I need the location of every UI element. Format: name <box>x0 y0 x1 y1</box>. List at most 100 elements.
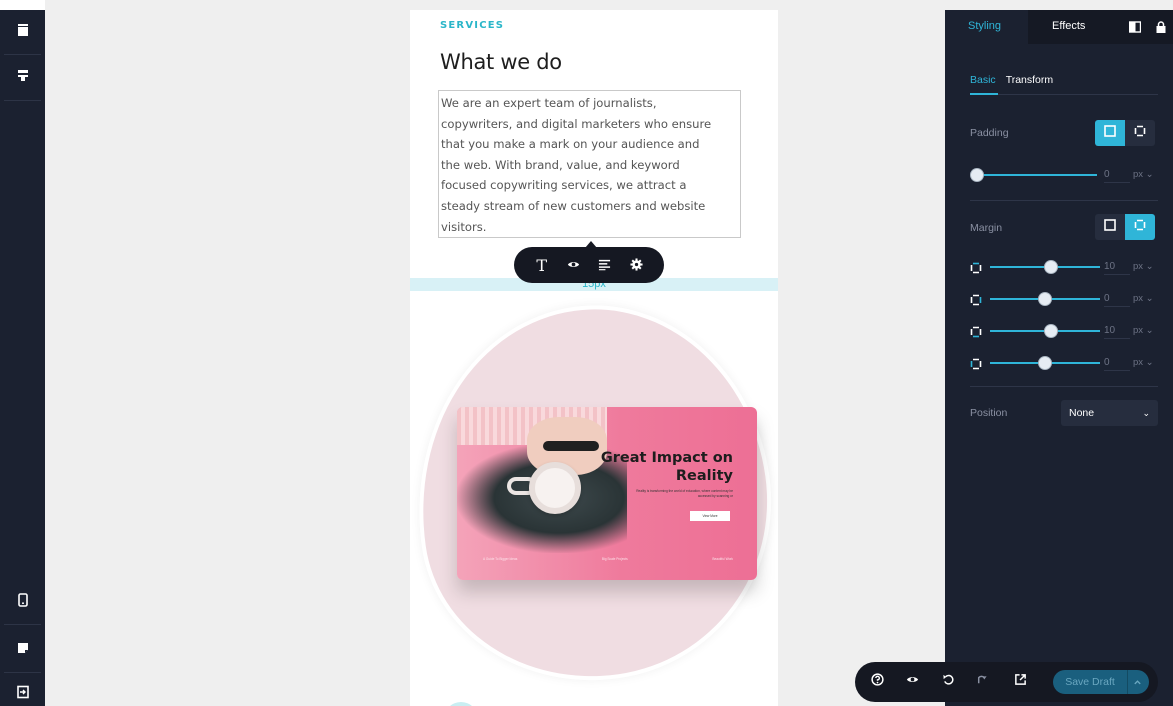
margin-top-unit-select[interactable]: px ⌄ <box>1133 261 1154 272</box>
position-label: Position <box>970 407 1008 419</box>
margin-top-row: 10 px ⌄ <box>970 259 1160 275</box>
style-panel: Styling Effects Basic Transform Padding <box>945 10 1173 706</box>
hero-image-card[interactable]: Great Impact on Reality Reality is trans… <box>457 407 757 580</box>
hero-footer-item: A Guide To Bigger Ideas <box>483 557 518 561</box>
padding-unit-select[interactable]: px ⌄ <box>1133 169 1154 180</box>
margin-top-value-input[interactable]: 10 <box>1104 261 1130 275</box>
section-divider <box>970 200 1158 201</box>
open-external-button[interactable] <box>1011 673 1029 691</box>
margin-sides-button[interactable] <box>1125 214 1155 240</box>
margin-bottom-row: 10 px ⌄ <box>970 323 1160 339</box>
hero-footer-item: Beautiful Work <box>712 557 733 561</box>
undo-button[interactable] <box>939 673 957 691</box>
component-icon <box>16 68 30 87</box>
position-select-value: None <box>1069 407 1095 419</box>
margin-unit: px <box>1133 357 1144 368</box>
padding-all-button[interactable] <box>1095 120 1125 146</box>
section-label[interactable]: SERVICES <box>440 20 504 31</box>
external-link-icon <box>1014 673 1027 691</box>
padding-value-input[interactable]: 0 <box>1104 169 1130 183</box>
margin-right-row: 0 px ⌄ <box>970 291 1160 307</box>
hero-subtitle: Reality is transforming the world of edu… <box>636 489 733 498</box>
panel-top-icon <box>16 23 30 42</box>
margin-left-row: 0 px ⌄ <box>970 355 1160 371</box>
sides-icon <box>1134 218 1146 236</box>
sides-icon <box>1134 124 1146 142</box>
padding-slider-row: 0 px ⌄ <box>970 167 1160 183</box>
subtab-divider <box>970 94 1158 95</box>
redo-button[interactable] <box>972 673 990 691</box>
margin-left-unit-select[interactable]: px ⌄ <box>1133 357 1154 368</box>
save-draft-button[interactable]: Save Draft <box>1053 670 1149 694</box>
subtab-bar: Basic Transform <box>970 74 1053 86</box>
margin-mode-toggle <box>1095 214 1155 240</box>
margin-bottom-slider-thumb[interactable] <box>1043 324 1058 338</box>
margin-left-slider-thumb[interactable] <box>1038 356 1052 370</box>
square-icon <box>1104 218 1116 236</box>
square-icon <box>1104 124 1116 142</box>
margin-top-slider-thumb[interactable] <box>1043 260 1058 274</box>
padding-label: Padding <box>970 127 1009 139</box>
padding-mode-toggle <box>1095 120 1155 146</box>
padding-unit: px <box>1133 169 1144 180</box>
align-button[interactable] <box>595 255 615 275</box>
visibility-button[interactable] <box>563 255 583 275</box>
panel-tab-bar: Styling Effects <box>945 10 1173 44</box>
section-divider <box>970 386 1158 387</box>
body-text-line: focused copywriting services, we attract… <box>441 178 687 193</box>
body-text-line: the web. With brand, value, and keyword <box>441 157 680 172</box>
margin-left-side-icon <box>970 357 982 370</box>
save-draft-label: Save Draft <box>1065 676 1115 688</box>
page-icon <box>16 641 30 660</box>
redo-icon <box>975 673 988 691</box>
margin-all-button[interactable] <box>1095 214 1125 240</box>
lock-icon[interactable] <box>1155 20 1167 33</box>
rail-button-device[interactable] <box>0 580 45 624</box>
margin-bottom-unit-select[interactable]: px ⌄ <box>1133 325 1154 336</box>
rail-divider <box>4 624 41 625</box>
hero-view-more-button: View More <box>690 511 730 521</box>
settings-button[interactable] <box>626 255 646 275</box>
margin-right-value-input[interactable]: 0 <box>1104 293 1130 307</box>
bottom-action-bar: Save Draft <box>855 662 1158 702</box>
margin-bottom-value-input[interactable]: 10 <box>1104 325 1130 339</box>
hero-title: Great Impact on Reality <box>600 450 733 484</box>
exit-icon <box>16 685 30 704</box>
selected-text-block[interactable]: We are an expert team of journalists, co… <box>438 90 741 238</box>
help-button[interactable] <box>868 673 886 691</box>
editor-app: SERVICES What we do We are an expert tea… <box>0 0 1173 706</box>
padding-slider-track[interactable] <box>977 174 1097 176</box>
tab-styling[interactable]: Styling <box>945 10 1028 44</box>
position-select[interactable]: None ⌄ <box>1061 400 1158 426</box>
subtab-basic[interactable]: Basic <box>970 74 996 86</box>
layout-toggle-icon[interactable] <box>1128 20 1142 33</box>
rail-divider <box>4 100 41 101</box>
hero-footer: A Guide To Bigger Ideas Big Scale Projec… <box>483 557 733 561</box>
rail-button-pages[interactable] <box>0 628 45 672</box>
margin-right-side-icon <box>970 293 982 306</box>
subtab-transform[interactable]: Transform <box>1006 74 1053 86</box>
margin-label: Margin <box>970 222 1003 234</box>
undo-icon <box>942 673 955 691</box>
gear-icon <box>630 256 643 275</box>
rail-button-sections[interactable] <box>0 10 45 54</box>
section-title[interactable]: What we do <box>440 50 562 74</box>
decorative-teal-circle <box>444 702 478 706</box>
margin-right-slider-thumb[interactable] <box>1038 292 1052 306</box>
tab-effects[interactable]: Effects <box>1052 10 1085 44</box>
text-context-toolbar: T <box>514 241 664 283</box>
margin-left-value-input[interactable]: 0 <box>1104 357 1130 371</box>
margin-bottom-side-icon <box>970 325 982 338</box>
text-format-button[interactable]: T <box>532 255 552 275</box>
rail-button-components[interactable] <box>0 55 45 99</box>
headphone-icon <box>529 462 581 514</box>
padding-sides-button[interactable] <box>1125 120 1155 146</box>
margin-right-unit-select[interactable]: px ⌄ <box>1133 293 1154 304</box>
margin-unit: px <box>1133 261 1144 272</box>
eye-icon <box>567 256 580 275</box>
preview-button[interactable] <box>903 673 921 691</box>
chevron-up-icon[interactable] <box>1127 670 1147 694</box>
rail-button-exit[interactable] <box>0 672 45 706</box>
mobile-device-icon <box>16 592 30 612</box>
padding-slider-thumb[interactable] <box>970 168 984 182</box>
